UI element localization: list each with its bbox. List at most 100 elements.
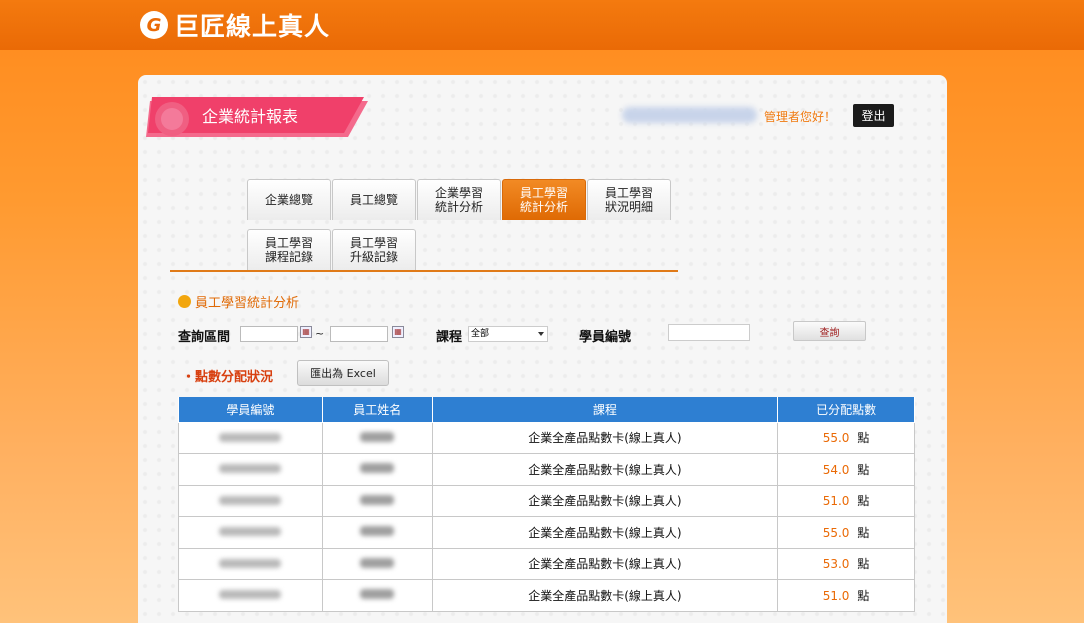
tab-underline — [170, 270, 678, 272]
points-unit: 點 — [857, 494, 870, 509]
tab-label: 員工學習 統計分析 — [519, 186, 568, 214]
redacted-student-id — [219, 432, 282, 442]
tab-enterprise-overview[interactable]: 企業總覽 — [247, 179, 331, 220]
points-cell: 55.0 點 — [777, 421, 915, 454]
redacted-employee-name — [360, 494, 395, 505]
points-cell: 54.0 點 — [777, 453, 915, 486]
column-header: 學員編號 — [178, 397, 323, 423]
page-title: 企業統計報表 — [202, 107, 299, 126]
logo-icon: G — [140, 11, 168, 39]
brand-logo[interactable]: G 巨匠線上真人 — [140, 9, 330, 41]
admin-account-redacted — [622, 107, 757, 123]
redacted-employee-name — [360, 589, 395, 600]
points-cell: 55.0 點 — [777, 516, 915, 549]
points-unit: 點 — [857, 525, 870, 540]
points-table: 學員編號 員工姓名 課程 已分配點數 企業全產品點數卡(線上真人) 55.0 點 … — [178, 397, 915, 612]
employee-name-cell — [321, 421, 433, 454]
section-title: 員工學習統計分析 — [195, 296, 300, 311]
points-unit: 點 — [857, 431, 870, 446]
student-id-label: 學員編號 — [579, 330, 632, 345]
points-value: 51.0 — [822, 494, 850, 509]
column-header: 課程 — [431, 397, 779, 423]
points-value: 55.0 — [822, 431, 850, 446]
end-date-input[interactable] — [330, 326, 388, 342]
points-cell: 51.0 點 — [777, 579, 915, 612]
redacted-student-id — [219, 590, 282, 600]
points-unit: 點 — [857, 462, 870, 477]
table-row: 企業全產品點數卡(線上真人) 53.0 點 — [178, 547, 915, 580]
redacted-student-id — [219, 495, 282, 505]
employee-name-cell — [321, 516, 433, 549]
section-heading: 員工學習統計分析 — [178, 292, 299, 311]
logout-button[interactable]: 登出 — [853, 104, 894, 127]
main-panel: 企業統計報表 管理者您好！ 登出 企業總覽 員工總覽 企業學習 統計分析 員工學… — [138, 75, 947, 623]
column-header: 員工姓名 — [321, 397, 433, 423]
period-label: 查詢區間 — [178, 330, 231, 345]
table-row: 企業全產品點數卡(線上真人) 51.0 點 — [178, 579, 915, 612]
points-unit: 點 — [857, 588, 870, 603]
course-cell: 企業全產品點數卡(線上真人) — [431, 421, 779, 454]
employee-name-cell — [321, 484, 433, 517]
employee-name-cell — [321, 579, 433, 612]
course-select[interactable]: 全部 — [468, 326, 548, 342]
course-label: 課程 — [436, 330, 463, 345]
redacted-student-id — [219, 464, 282, 474]
tab-employee-upgrade-records[interactable]: 員工學習 升級記錄 — [332, 229, 416, 270]
student-id-cell — [178, 547, 323, 580]
tab-label: 員工總覽 — [349, 193, 398, 207]
export-excel-button[interactable]: 匯出為 Excel — [297, 360, 389, 386]
points-value: 53.0 — [822, 557, 850, 572]
column-header: 已分配點數 — [777, 397, 915, 423]
employee-name-cell — [321, 453, 433, 486]
course-cell: 企業全產品點數卡(線上真人) — [431, 484, 779, 517]
course-cell: 企業全產品點數卡(線上真人) — [431, 516, 779, 549]
redacted-student-id — [219, 558, 282, 568]
points-allocation-title: ・點數分配狀況 — [182, 370, 274, 385]
course-cell: 企業全產品點數卡(線上真人) — [431, 453, 779, 486]
course-selected-value: 全部 — [471, 329, 490, 339]
tab-employee-learning-detail[interactable]: 員工學習 狀況明細 — [587, 179, 671, 220]
bullet-icon — [178, 295, 191, 308]
tab-enterprise-learning-stats[interactable]: 企業學習 統計分析 — [417, 179, 501, 220]
table-header-row: 學員編號 員工姓名 課程 已分配點數 — [178, 397, 915, 423]
calendar-icon[interactable]: ▦ — [392, 326, 404, 338]
calendar-icon[interactable]: ▦ — [300, 326, 312, 338]
admin-greeting: 管理者您好！ — [764, 110, 837, 124]
table-row: 企業全產品點數卡(線上真人) 54.0 點 — [178, 453, 915, 486]
table-row: 企業全產品點數卡(線上真人) 55.0 點 — [178, 516, 915, 549]
redacted-employee-name — [360, 463, 395, 474]
course-cell: 企業全產品點數卡(線上真人) — [431, 547, 779, 580]
points-cell: 51.0 點 — [777, 484, 915, 517]
student-id-cell — [178, 579, 323, 612]
redacted-student-id — [219, 527, 282, 537]
brand-name: 巨匠線上真人 — [174, 12, 331, 41]
employee-name-cell — [321, 547, 433, 580]
tab-label: 企業總覽 — [264, 193, 313, 207]
range-separator: ~ — [315, 327, 325, 340]
chevron-down-icon — [538, 332, 544, 336]
tab-label: 員工學習 狀況明細 — [604, 186, 653, 214]
points-value: 55.0 — [822, 525, 850, 540]
course-cell: 企業全產品點數卡(線上真人) — [431, 579, 779, 612]
search-button[interactable]: 查詢 — [793, 321, 866, 341]
points-value: 54.0 — [822, 462, 850, 477]
student-id-input[interactable] — [668, 324, 750, 341]
points-value: 51.0 — [822, 588, 850, 603]
top-bar: G 巨匠線上真人 — [0, 0, 1084, 50]
page-title-ribbon: 企業統計報表 — [146, 91, 368, 139]
start-date-input[interactable] — [240, 326, 298, 342]
tab-label: 員工學習 升級記錄 — [349, 236, 398, 264]
table-row: 企業全產品點數卡(線上真人) 55.0 點 — [178, 421, 915, 454]
points-cell: 53.0 點 — [777, 547, 915, 580]
redacted-employee-name — [360, 526, 395, 537]
student-id-cell — [178, 453, 323, 486]
tab-employee-course-records[interactable]: 員工學習 課程記錄 — [247, 229, 331, 270]
tab-employee-learning-stats[interactable]: 員工學習 統計分析 — [502, 179, 586, 220]
tab-employee-overview[interactable]: 員工總覽 — [332, 179, 416, 220]
student-id-cell — [178, 516, 323, 549]
redacted-employee-name — [360, 557, 395, 568]
student-id-cell — [178, 421, 323, 454]
table-row: 企業全產品點數卡(線上真人) 51.0 點 — [178, 484, 915, 517]
tab-label: 員工學習 課程記錄 — [264, 236, 313, 264]
tab-label: 企業學習 統計分析 — [434, 186, 483, 214]
